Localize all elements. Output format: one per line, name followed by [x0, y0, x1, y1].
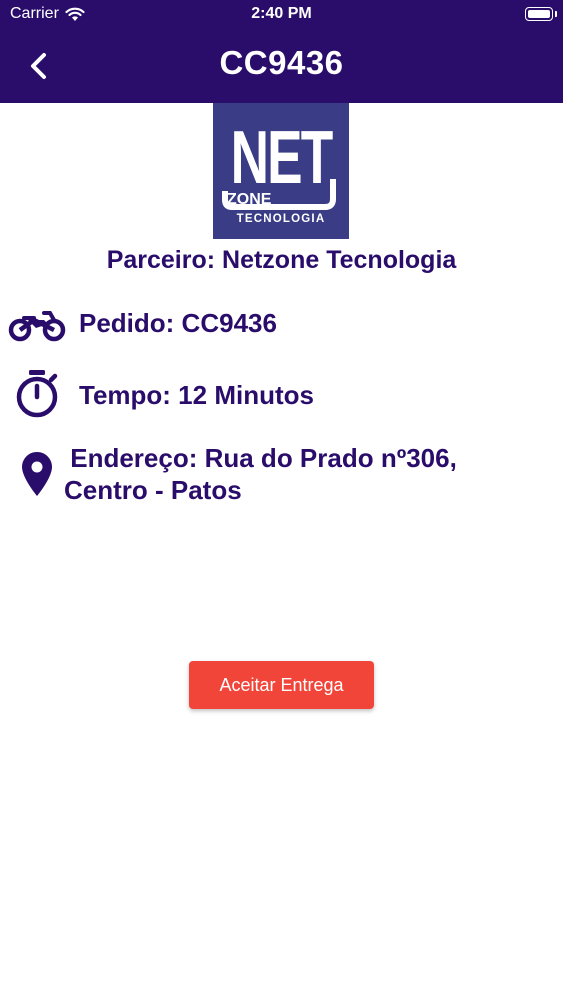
delivery-time: Tempo: 12 Minutos [79, 380, 314, 410]
time-row: Tempo: 12 Minutos [0, 368, 563, 424]
top-bar: Carrier 2:40 PM CC9436 [0, 0, 563, 103]
address-line-1: Endereço: Rua do Prado nº306, [63, 443, 457, 473]
status-time: 2:40 PM [251, 5, 312, 22]
order-row: Pedido: CC9436 [0, 300, 563, 350]
partner-label: Parceiro: Netzone Tecnologia [106, 246, 457, 274]
battery-icon [525, 7, 557, 21]
accept-delivery-button[interactable]: Aceitar Entrega [189, 661, 374, 709]
page-title: CC9436 [219, 44, 344, 81]
motorcycle-icon [8, 311, 66, 342]
status-bar: Carrier 2:40 PM [0, 0, 563, 30]
netzone-logo-mark: NET ZONE TECNOLOGIA [213, 103, 349, 239]
logo-line1: NET [231, 115, 334, 199]
back-button[interactable] [22, 48, 58, 84]
battery-level [528, 10, 550, 18]
stopwatch-icon [16, 370, 58, 418]
address-line-2: Centro - Patos [64, 475, 242, 505]
logo-line2: ZONE [227, 191, 272, 208]
delivery-address: Endereço: Rua do Prado nº306, Centro - P… [64, 442, 457, 506]
partner-logo: NET ZONE TECNOLOGIA [213, 103, 349, 239]
location-pin-icon [22, 452, 52, 496]
logo-line3: TECNOLOGIA [237, 213, 326, 225]
chevron-left-icon [31, 53, 46, 79]
order-number: Pedido: CC9436 [79, 308, 277, 338]
